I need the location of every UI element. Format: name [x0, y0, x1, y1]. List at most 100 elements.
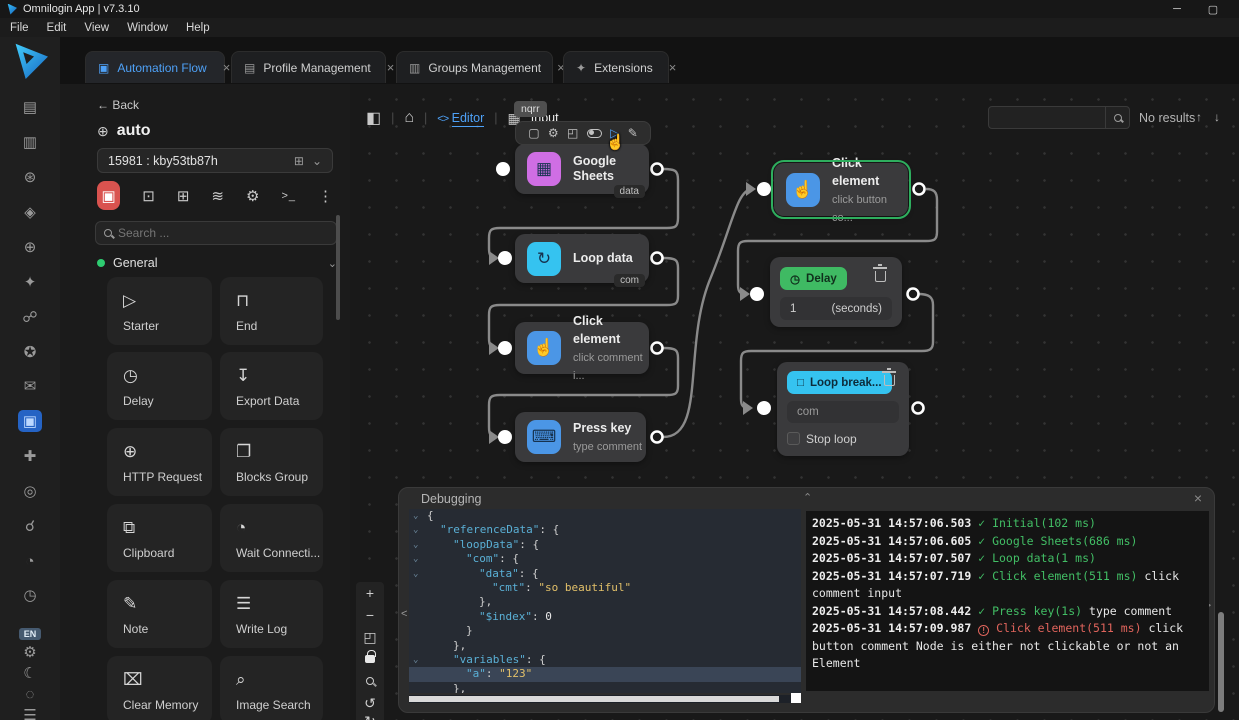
settings-button[interactable]: ⚙ — [246, 187, 259, 205]
team-icon[interactable]: ☍ — [0, 304, 60, 330]
tab-close-icon[interactable]: × — [387, 60, 395, 75]
history-clock-icon[interactable]: ◷ — [0, 582, 60, 608]
collapse-icon[interactable]: ⌄ — [413, 538, 418, 552]
invite-user-icon[interactable]: ✚ — [0, 443, 60, 469]
palette-search[interactable] — [95, 221, 337, 245]
maximize-button[interactable]: ▢ — [1199, 3, 1227, 16]
close-panel-icon[interactable]: × — [1194, 490, 1202, 506]
table-button[interactable]: ⊞ — [177, 187, 190, 205]
tab-automation-flow[interactable]: ▣ Automation Flow × — [85, 51, 225, 83]
home-icon[interactable]: ⌂ — [404, 109, 414, 127]
node-loop-data[interactable]: ↻ Loop data com — [515, 234, 649, 283]
back-button[interactable]: ← Back — [97, 98, 139, 112]
tab-profile-management[interactable]: ▤ Profile Management × — [231, 51, 386, 83]
menu-edit[interactable]: Edit — [47, 22, 67, 34]
editor-tab[interactable]: <> Editor — [437, 111, 484, 125]
flow-mode-button[interactable]: ▣ — [97, 181, 120, 210]
collapse-icon[interactable]: ⌄ — [413, 523, 418, 537]
menu-help[interactable]: Help — [186, 22, 210, 34]
tab-close-icon[interactable]: × — [223, 60, 231, 75]
canvas-search-input[interactable] — [989, 107, 1105, 128]
palette-item-wait-connection[interactable]: ◔Wait Connecti... — [220, 504, 323, 572]
palette-item-end[interactable]: ⊓End — [220, 277, 323, 345]
palette-item-http-request[interactable]: ⊕HTTP Request — [107, 428, 212, 496]
palette-item-starter[interactable]: ▷Starter — [107, 277, 212, 345]
fit-view-button[interactable]: ◰ — [356, 626, 384, 648]
collapse-panel-icon[interactable]: ⌃ — [803, 491, 812, 504]
palette-item-note[interactable]: ✎Note — [107, 580, 212, 648]
palette-item-export-data[interactable]: ↧Export Data — [220, 352, 323, 420]
menu-window[interactable]: Window — [127, 22, 168, 34]
more-menu-button[interactable]: ⋮ — [318, 187, 333, 205]
zoom-search-button[interactable] — [356, 670, 384, 692]
undo-button[interactable]: ↺ — [356, 692, 384, 714]
delay-pill[interactable]: ◷ Delay — [780, 267, 847, 290]
notes-icon[interactable]: ▤ — [0, 94, 60, 120]
collapse-icon[interactable]: ⌄ — [413, 552, 418, 566]
collapse-icon[interactable]: ⌄ — [413, 509, 418, 523]
zoom-out-button[interactable]: − — [356, 604, 384, 626]
redo-button[interactable]: ↻ — [356, 714, 384, 720]
edit-pencil-icon[interactable]: ✎ — [628, 126, 638, 140]
gear-icon[interactable]: ⚙ — [548, 126, 559, 140]
search-next-icon[interactable]: ↓ — [1214, 110, 1220, 124]
extensions-icon[interactable]: ✦ — [0, 269, 60, 295]
database-button[interactable]: ≋ — [211, 187, 224, 205]
panel-toggle-icon[interactable]: ◧ — [366, 108, 381, 128]
proxy-location-icon[interactable]: ⊛ — [0, 164, 60, 190]
debug-json-viewer[interactable]: ⌄{ ⌄"referenceData": { ⌄"loopData": { ⌄"… — [409, 509, 801, 693]
node-click-element-button[interactable]: ☝ Click element click button co... — [774, 163, 908, 216]
palette-item-blocks-group[interactable]: ❐Blocks Group — [220, 428, 323, 496]
pane-left-icon[interactable]: < — [401, 608, 407, 620]
node-google-sheets[interactable]: ▦ Google Sheets data — [515, 144, 649, 194]
security-shield-icon[interactable]: ✪ — [0, 339, 60, 365]
delete-trash-icon[interactable] — [884, 375, 895, 386]
mail-icon[interactable]: ✉ — [0, 373, 60, 399]
zoom-in-button[interactable]: + — [356, 582, 384, 604]
canvas-scrollbar[interactable] — [1218, 612, 1224, 712]
delete-trash-icon[interactable] — [875, 271, 886, 282]
collapse-icon[interactable]: ⌄ — [413, 567, 418, 581]
palette-scrollbar[interactable] — [336, 215, 340, 320]
terminal-button[interactable]: >_ — [281, 190, 296, 202]
collapse-icon[interactable]: ⌄ — [413, 653, 418, 667]
palette-item-delay[interactable]: ◷Delay — [107, 352, 212, 420]
save-button[interactable]: ⊡ — [142, 187, 155, 205]
loop-break-input[interactable]: com — [787, 401, 899, 423]
node-press-key[interactable]: ⌨ Press key type comment — [515, 412, 646, 462]
menu-view[interactable]: View — [84, 22, 109, 34]
chat-card-icon[interactable]: ▥ — [0, 129, 60, 155]
geo-location-icon[interactable]: ◎ — [0, 478, 60, 504]
search-button[interactable] — [1105, 107, 1129, 128]
json-horizontal-scrollbar[interactable] — [409, 695, 791, 703]
network-icon[interactable]: ⊕ — [0, 234, 60, 260]
palette-item-write-log[interactable]: ☰Write Log — [220, 580, 323, 648]
tags-icon[interactable]: ◈ — [0, 199, 60, 225]
node-click-element-comment[interactable]: ☝ Click element click comment i... — [515, 322, 649, 374]
node-loop-break[interactable]: □ Loop break... com Stop loop — [777, 362, 909, 456]
tab-groups-management[interactable]: ▥ Groups Management × — [396, 51, 553, 83]
menu-file[interactable]: File — [10, 22, 29, 34]
frame-icon[interactable]: ▢ — [528, 126, 539, 140]
preview-eye-icon[interactable]: ◔ — [0, 548, 60, 574]
menu-list-icon[interactable]: ☰ — [0, 702, 60, 720]
palette-search-input[interactable] — [118, 226, 328, 240]
profile-select[interactable]: 15981 : kby53tb87h ⊞ ⌄ — [97, 148, 333, 173]
delay-seconds-input[interactable]: 1 (seconds) — [780, 297, 892, 320]
search-prev-icon[interactable]: ↑ — [1196, 110, 1202, 124]
stop-loop-checkbox[interactable] — [787, 432, 800, 445]
palette-item-clipboard[interactable]: ⧉Clipboard — [107, 504, 212, 572]
lock-button[interactable] — [356, 648, 384, 670]
tab-close-icon[interactable]: × — [669, 60, 677, 75]
automation-icon[interactable]: ▣ — [0, 408, 60, 434]
node-delay[interactable]: ◷ Delay 1 (seconds) — [770, 257, 902, 327]
tab-extensions[interactable]: ✦ Extensions × — [563, 51, 669, 83]
select-region-icon[interactable]: ◰ — [567, 126, 578, 140]
toggle-icon[interactable] — [587, 129, 602, 138]
minimize-button[interactable]: ─ — [1163, 3, 1191, 15]
section-general[interactable]: General ⌄ — [97, 256, 337, 270]
debug-log-viewer[interactable]: 2025-05-31 14:57:06.503 ✓ Initial(102 ms… — [806, 511, 1209, 691]
members-icon[interactable]: ☌ — [0, 513, 60, 539]
palette-item-image-search[interactable]: ⌕Image Search — [220, 656, 323, 720]
palette-item-clear-memory[interactable]: ⌧Clear Memory — [107, 656, 212, 720]
